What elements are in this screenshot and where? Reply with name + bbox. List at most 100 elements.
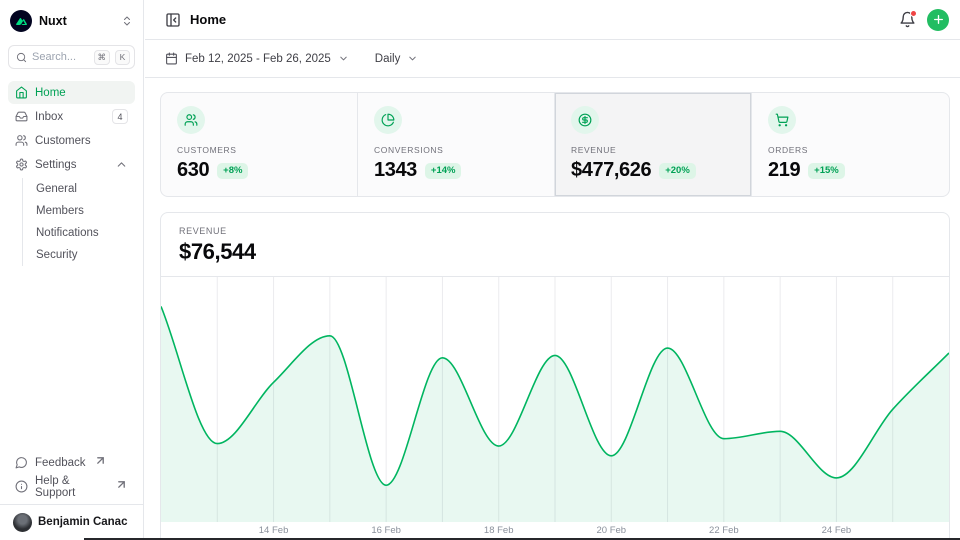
sidebar-collapse-button[interactable] — [165, 12, 181, 28]
sidebar-item-label: Feedback — [35, 457, 86, 469]
stat-delta-badge: +20% — [659, 163, 696, 179]
sidebar-item-label: Members — [36, 205, 84, 217]
sidebar-item-feedback[interactable]: Feedback — [8, 451, 135, 474]
stat-customers[interactable]: CUSTOMERS 630 +8% — [161, 93, 358, 196]
x-tick-label: 20 Feb — [596, 525, 626, 536]
sidebar-user-section: Benjamin Canac — [0, 504, 143, 540]
stat-value: 630 — [177, 159, 209, 182]
sidebar-item-home[interactable]: Home — [8, 81, 135, 104]
stat-delta-badge: +14% — [425, 163, 462, 179]
sidebar-item-settings[interactable]: Settings — [8, 153, 135, 176]
chart-metric-label: REVENUE — [179, 226, 931, 236]
topbar: Home — [145, 0, 960, 40]
stat-value: 1343 — [374, 159, 417, 182]
sidebar-nav: Home Inbox 4 Customers Settings General … — [8, 81, 135, 266]
stat-delta-badge: +8% — [217, 163, 248, 179]
users-icon — [177, 106, 205, 134]
sidebar-item-label: Help & Support — [35, 475, 107, 499]
stat-delta-badge: +15% — [808, 163, 845, 179]
workspace-switcher[interactable]: Nuxt — [8, 8, 135, 34]
cart-icon — [768, 106, 796, 134]
sidebar-item-general[interactable]: General — [36, 178, 135, 200]
users-icon — [15, 134, 28, 147]
date-range-label: Feb 12, 2025 - Feb 26, 2025 — [185, 53, 331, 65]
stat-revenue[interactable]: REVENUE $477,626 +20% — [555, 93, 752, 196]
topbar-actions — [899, 9, 949, 31]
stat-label: CUSTOMERS — [177, 145, 341, 155]
sidebar-item-label: Inbox — [35, 111, 63, 123]
workspace-name: Nuxt — [39, 14, 114, 28]
granularity-select[interactable]: Daily — [375, 53, 419, 65]
sidebar-item-inbox[interactable]: Inbox 4 — [8, 105, 135, 128]
gear-icon — [15, 158, 28, 171]
settings-children: General Members Notifications Security — [22, 178, 135, 266]
stat-value: $477,626 — [571, 159, 651, 182]
avatar — [13, 513, 32, 532]
notifications-button[interactable] — [899, 11, 916, 28]
panel-left-close-icon — [165, 12, 181, 28]
stat-label: CONVERSIONS — [374, 145, 538, 155]
external-link-icon — [115, 478, 128, 491]
stat-conversions[interactable]: CONVERSIONS 1343 +14% — [358, 93, 555, 196]
stat-label: ORDERS — [768, 145, 933, 155]
kbd-cmd: ⌘ — [94, 50, 111, 65]
sidebar-item-label: Security — [36, 249, 78, 261]
stat-value: 219 — [768, 159, 800, 182]
area-chart-svg — [161, 277, 949, 522]
chart-metric-value: $76,544 — [179, 239, 931, 265]
x-tick-label: 16 Feb — [371, 525, 401, 536]
dollar-circle-icon — [571, 106, 599, 134]
x-tick-label: 24 Feb — [822, 525, 852, 536]
search-icon — [16, 52, 27, 63]
chevrons-up-down-icon — [121, 15, 133, 27]
pie-chart-icon — [374, 106, 402, 134]
sidebar-item-customers[interactable]: Customers — [8, 129, 135, 152]
sidebar-item-label: General — [36, 183, 77, 195]
stat-orders[interactable]: ORDERS 219 +15% — [752, 93, 949, 196]
sidebar-item-label: Settings — [35, 159, 77, 171]
kbd-k: K — [115, 50, 130, 65]
sidebar-item-notifications[interactable]: Notifications — [36, 222, 135, 244]
calendar-icon — [165, 52, 178, 65]
granularity-label: Daily — [375, 53, 401, 65]
chevron-down-icon — [407, 53, 418, 64]
sidebar-item-help-support[interactable]: Help & Support — [8, 475, 135, 498]
sidebar-item-label: Home — [35, 87, 66, 99]
page-content: CUSTOMERS 630 +8% CONVERSIONS 1343 +14% — [145, 78, 960, 540]
date-range-button[interactable]: Feb 12, 2025 - Feb 26, 2025 — [165, 52, 349, 65]
info-circle-icon — [15, 480, 28, 493]
inbox-icon — [15, 110, 28, 123]
chevron-down-icon — [338, 53, 349, 64]
main-area: Home Feb 12, 2025 - Feb 26, 2025 Daily — [145, 0, 960, 540]
stat-label: REVENUE — [571, 145, 735, 155]
home-icon — [15, 86, 28, 99]
search-input[interactable] — [32, 51, 89, 63]
add-button[interactable] — [927, 9, 949, 31]
notification-dot — [910, 10, 917, 17]
x-tick-label: 22 Feb — [709, 525, 739, 536]
sidebar-item-label: Customers — [35, 135, 91, 147]
page-title: Home — [190, 12, 226, 27]
sidebar: Nuxt ⌘ K Home Inbox 4 Customers — [0, 0, 144, 540]
x-tick-label: 18 Feb — [484, 525, 514, 536]
sidebar-item-security[interactable]: Security — [36, 244, 135, 266]
area-chart — [161, 277, 949, 522]
sidebar-item-members[interactable]: Members — [36, 200, 135, 222]
sidebar-item-label: Notifications — [36, 227, 99, 239]
sidebar-footer: Feedback Help & Support — [8, 451, 135, 504]
user-menu-button[interactable]: Benjamin Canac — [8, 510, 135, 534]
inbox-count-badge: 4 — [112, 109, 128, 124]
chevron-up-icon — [115, 158, 128, 171]
message-circle-icon — [15, 456, 28, 469]
sidebar-spacer — [8, 266, 135, 451]
search-input-wrap[interactable]: ⌘ K — [8, 45, 135, 69]
stats-row: CUSTOMERS 630 +8% CONVERSIONS 1343 +14% — [160, 92, 950, 197]
chart-header: REVENUE $76,544 — [161, 213, 949, 277]
user-name: Benjamin Canac — [38, 516, 127, 528]
revenue-chart-card: REVENUE $76,544 14 Feb 16 Feb 18 Feb 20 Feb… — [160, 212, 950, 540]
filters-toolbar: Feb 12, 2025 - Feb 26, 2025 Daily — [145, 40, 960, 78]
nuxt-logo-icon — [10, 10, 32, 32]
x-tick-label: 14 Feb — [259, 525, 289, 536]
plus-icon — [932, 13, 945, 26]
dashboard-app: Nuxt ⌘ K Home Inbox 4 Customers — [0, 0, 960, 540]
